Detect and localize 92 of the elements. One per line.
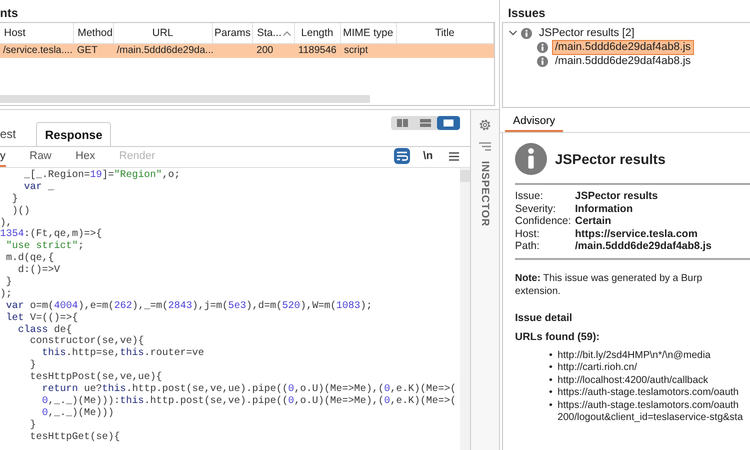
code-line: } [5,277,14,288]
code-line: 0,_._)(Me))):this.http.post(se,ve).pipe((0,o.U)(Me=>Me),(0,e.K)(Me=>( [41,396,458,408]
bullet: • [549,374,553,387]
code-line: this.http=se,this.router=ve [41,348,206,360]
column-header[interactable]: URL [114,23,213,43]
code-line: )() [11,206,32,218]
bullet: • [549,400,553,412]
url-item: http://bit.ly/2sd4HMP\n*/\n@media [558,350,711,362]
advisory-title: JSPector results [555,151,666,167]
field-value: Information [575,202,634,215]
settings-icon[interactable] [478,118,492,132]
info-icon [537,42,548,52]
split-columns-icon [397,119,408,127]
table-cell: /main.5ddd6de29da... [116,44,214,58]
code-line: } [11,194,20,206]
code-line: constructor(se,ve){ [29,336,146,348]
code-line: ); [0,288,14,301]
table-cell: script [344,44,368,58]
code-line: return ue?this.http.post(se,ve,ue).pipe((0,o.U)(Me=>Me),(0,e.K)(Me=>( [41,384,458,396]
inspector-label[interactable]: INSPECTOR [479,161,491,227]
field-value: JSPector results [575,190,659,202]
column-header[interactable]: Length [294,23,341,43]
column-header[interactable]: MIME type [340,23,397,43]
chevron-icon[interactable] [509,30,517,36]
field-label: Confidence: [515,215,572,228]
table-row[interactable]: /service.tesla.... GET /main.5ddd6de29da... 200 1189546 script [0,44,494,58]
wrap-lines-icon [396,151,408,161]
view-tab[interactable]: Raw [30,147,52,167]
wrap-lines-button[interactable] [394,148,410,164]
menu-icon [449,152,459,160]
table-cell: 200 [256,44,274,58]
code-line: let V=(()=>{ [5,312,80,324]
field-value: /main.5ddd6de29daf4ab8.js [575,240,713,252]
panel-title: nts [0,6,19,22]
advisory-tab[interactable]: Advisory [505,115,564,132]
info-icon [537,56,548,66]
field-label: Issue: [515,190,544,202]
field-label: Path: [515,240,541,252]
tree-item[interactable]: /main.5ddd6de29daf4ab8.js [552,54,694,68]
bullet: • [549,350,553,362]
code-line: } [29,360,38,372]
code-line: var _ [23,182,56,194]
scrollbar-thumb[interactable] [0,95,370,103]
code-line: tesHttpPost(se,ve,ue){ [29,372,164,384]
bullet: • [549,362,553,374]
code-line: class de{ [17,324,72,336]
newline-toggle[interactable]: \n [420,148,436,164]
note-text: Note: This issue was generated by a Burp extension. [515,272,704,298]
field-value: Certain [575,215,612,228]
url-item: https://auth-stage.teslamotors.com/oauth 200/logout&client_id=teslaservice-stg&sta [558,400,743,424]
url-item: https://auth-stage.teslamotors.com/oauth [558,387,739,400]
tree-item[interactable]: /main.5ddd6de29daf4ab8.js [552,40,694,54]
column-header[interactable]: Params [212,23,253,43]
layout-button[interactable] [437,116,460,130]
bullet: • [549,387,553,400]
view-tab[interactable]: Hex [76,147,96,167]
scrollbar-thumb[interactable] [460,170,470,182]
panel-title: Issues [507,6,546,22]
tree-item[interactable]: JSPector results [2] [536,26,638,40]
editor-tab[interactable]: est [0,122,24,146]
editor-tab[interactable]: Response [36,122,112,146]
table-cell: 1189546 [298,44,336,58]
url-item: http://localhost:4200/auth/callback [558,374,708,387]
field-value: https://service.tesla.com [575,228,699,240]
code-line: _[_.Region=19]="Region",o; [23,170,182,182]
code-line: "use strict"; [5,241,86,252]
column-header[interactable]: Title [396,23,494,43]
table-cell: /service.tesla.... [3,44,72,58]
column-header[interactable]: Sta... [252,23,295,43]
code-line: ), [0,218,14,229]
split-rows-icon [420,119,431,127]
table-cell: GET [77,44,98,58]
info-icon [515,143,547,175]
code-line: } [29,420,38,432]
sort-caret-icon [282,31,291,36]
field-label: Host: [515,228,541,240]
single-pane-icon [443,119,454,127]
column-header[interactable]: Host [0,23,74,43]
code-line: 1354:(Ft,qe,m)=>{ [0,229,104,240]
view-tab[interactable]: y [0,147,6,167]
url-item: http://carti.rioh.cn/ [558,362,637,374]
info-icon [521,28,532,38]
code-line: m.d(qe,{ [5,253,56,264]
field-label: Severity: [515,202,557,215]
column-header[interactable]: Method [74,23,114,43]
code-line: d:()=>V [17,265,62,278]
section-heading: Issue detail [515,312,574,324]
code-line: 0,_._)(Me))) [41,408,116,420]
code-line: tesHttpGet(se){ [29,432,122,444]
code-line: var o=m(4004),e=m(262),_=m(2843),j=m(5e3),d=m(520),W=m(1083); [5,300,374,312]
section-heading: URLs found (59): [515,330,601,342]
filter-lines-icon[interactable] [479,142,491,151]
